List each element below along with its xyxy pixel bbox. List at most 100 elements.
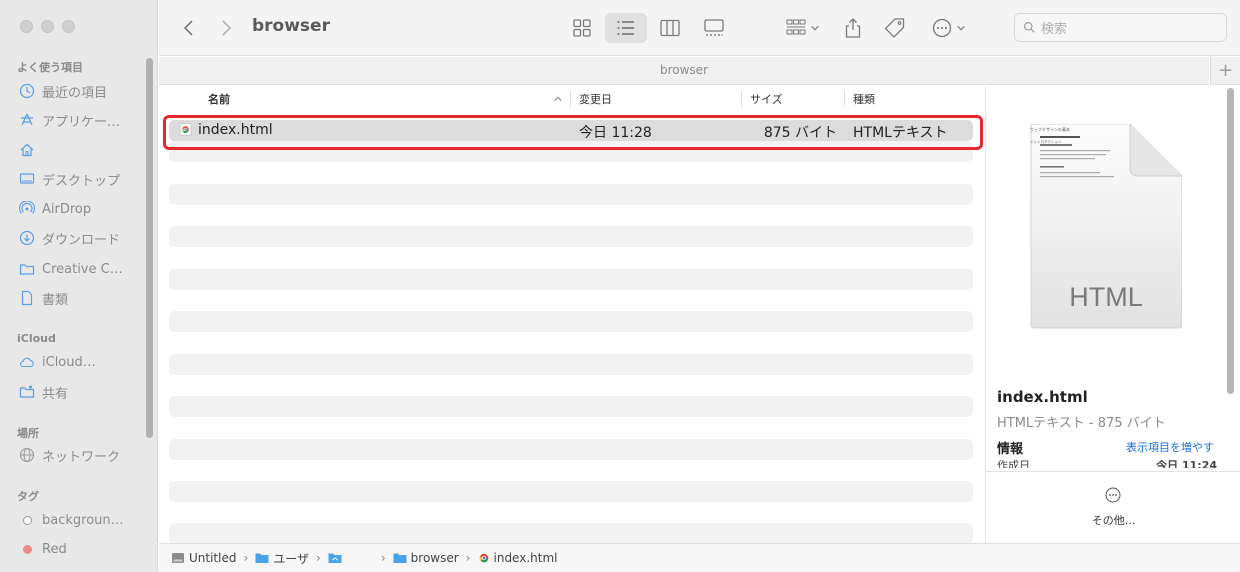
sidebar-item-recents[interactable]: 最近の項目	[18, 80, 107, 102]
sidebar-item-label: デスクトップ	[42, 173, 121, 189]
created-label: 作成日	[997, 460, 1030, 468]
search-placeholder: 検索	[1041, 22, 1068, 37]
preview-file-kind: HTMLテキスト - 875 バイト	[997, 416, 1166, 431]
toolbar: browser 検索	[159, 0, 1240, 56]
sidebar-item-label: Creative C…	[42, 261, 123, 277]
minimize-window-button[interactable]	[41, 20, 54, 33]
more-actions-button[interactable]	[925, 13, 971, 43]
desktop-icon	[18, 171, 36, 187]
share-button[interactable]	[839, 13, 867, 43]
path-label: browser	[410, 551, 459, 565]
path-separator: ›	[243, 551, 249, 565]
chrome-html-icon	[479, 553, 488, 563]
column-separator[interactable]	[570, 91, 571, 107]
preview-scrollbar[interactable]	[1227, 88, 1234, 394]
tag-color-dot	[22, 544, 32, 554]
more-button[interactable]: その他...	[986, 512, 1240, 528]
path-item-file[interactable]: index.html	[478, 551, 557, 565]
list-view-button[interactable]	[605, 13, 647, 43]
tag-color-dot	[22, 515, 32, 525]
file-list[interactable]: 名前 変更日 サイズ 種類 index.html 今日 11:28 875 バイ…	[159, 86, 985, 543]
chevron-right-icon	[222, 20, 232, 36]
sidebar-section-icloud: iCloud	[17, 332, 56, 345]
column-label: 名前	[208, 93, 230, 106]
home-folder-icon	[328, 553, 342, 563]
path-item-browser[interactable]: browser	[393, 551, 459, 565]
columns-icon	[660, 19, 680, 37]
sidebar-item-downloads[interactable]: ダウンロード	[18, 227, 120, 249]
group-by-button[interactable]	[779, 13, 825, 43]
icon-view-button[interactable]	[565, 13, 599, 43]
clock-icon	[18, 83, 36, 99]
search-icon	[1024, 22, 1035, 33]
window-title: browser	[252, 16, 330, 36]
show-more-link[interactable]: 表示項目を増やす	[1126, 439, 1214, 455]
sidebar-item-label: ダウンロード	[42, 232, 121, 248]
sidebar-item-label: backgroun…	[42, 512, 124, 528]
column-header-name[interactable]: 名前	[208, 86, 230, 112]
sidebar-tag-background[interactable]: backgroun…	[18, 509, 124, 531]
column-header-kind[interactable]: 種類	[853, 86, 875, 112]
path-label: ユーザ	[273, 551, 310, 566]
tag-button[interactable]	[881, 13, 909, 43]
path-item-users[interactable]: ユーザ	[255, 550, 309, 567]
sidebar-item-network[interactable]: ネットワーク	[18, 444, 120, 466]
back-button[interactable]	[177, 13, 201, 43]
forward-button[interactable]	[214, 13, 238, 43]
path-item-home[interactable]	[328, 552, 374, 564]
hard-drive-icon	[172, 553, 184, 563]
sidebar-item-label: AirDrop	[42, 201, 92, 217]
sidebar-item-label: ネットワーク	[42, 449, 121, 465]
sidebar-section-locations: 場所	[17, 427, 39, 440]
home-icon	[18, 142, 36, 158]
list-row-empty	[169, 439, 973, 460]
gallery-view-button[interactable]	[697, 13, 731, 43]
airdrop-icon	[18, 201, 36, 217]
list-row-empty	[169, 184, 973, 205]
sidebar: よく使う項目 最近の項目 アプリケー… デスクトップ AirDrop ダウンロー…	[0, 0, 158, 572]
ellipsis-circle-icon	[932, 18, 951, 38]
close-window-button[interactable]	[20, 20, 33, 33]
download-icon	[18, 230, 36, 246]
sidebar-item-label: 書類	[42, 292, 69, 308]
path-label: Untitled	[189, 551, 237, 565]
path-separator: ›	[316, 551, 321, 565]
zoom-window-button[interactable]	[62, 20, 75, 33]
sidebar-item-applications[interactable]: アプリケー…	[18, 109, 120, 131]
preview-info-label: 情報	[997, 442, 1024, 457]
column-label: サイズ	[750, 93, 783, 106]
sidebar-tag-red[interactable]: Red	[18, 538, 67, 560]
search-field[interactable]: 検索	[1014, 13, 1227, 42]
folder-icon	[393, 553, 407, 563]
sidebar-item-shared[interactable]: 共有	[18, 381, 68, 403]
sidebar-item-creative-cloud[interactable]: Creative C…	[18, 258, 123, 280]
column-header-modified[interactable]: 変更日	[579, 86, 612, 112]
sidebar-section-tags: タグ	[17, 490, 39, 503]
sidebar-item-label: アプリケー…	[42, 114, 121, 130]
column-separator[interactable]	[741, 91, 742, 107]
sort-direction-icon	[553, 86, 563, 112]
folder-icon	[18, 261, 36, 277]
column-label: 種類	[853, 93, 875, 106]
list-row-empty	[169, 354, 973, 375]
sidebar-scrollbar[interactable]	[146, 58, 153, 438]
chevron-down-icon	[956, 25, 965, 31]
tag-icon	[884, 18, 905, 38]
sidebar-item-documents[interactable]: 書類	[18, 287, 68, 309]
sidebar-item-icloud-drive[interactable]: iCloud…	[18, 351, 96, 373]
plus-icon: +	[1217, 60, 1234, 81]
sidebar-item-home[interactable]	[18, 139, 42, 161]
sidebar-item-airdrop[interactable]: AirDrop	[18, 198, 91, 220]
column-header-size[interactable]: サイズ	[750, 86, 783, 112]
column-separator[interactable]	[844, 91, 845, 107]
document-icon	[18, 290, 36, 306]
column-view-button[interactable]	[653, 13, 687, 43]
chevron-left-icon	[183, 20, 193, 36]
ellipsis-circle-icon[interactable]	[1104, 486, 1122, 504]
path-bar: Untitled › ユーザ › › browser › index.html	[159, 543, 1240, 572]
sidebar-item-label: 最近の項目	[42, 85, 108, 101]
path-item-volume[interactable]: Untitled	[171, 551, 236, 565]
cloud-icon	[18, 354, 36, 370]
new-tab-button[interactable]: +	[1210, 57, 1240, 85]
sidebar-item-desktop[interactable]: デスクトップ	[18, 168, 120, 190]
